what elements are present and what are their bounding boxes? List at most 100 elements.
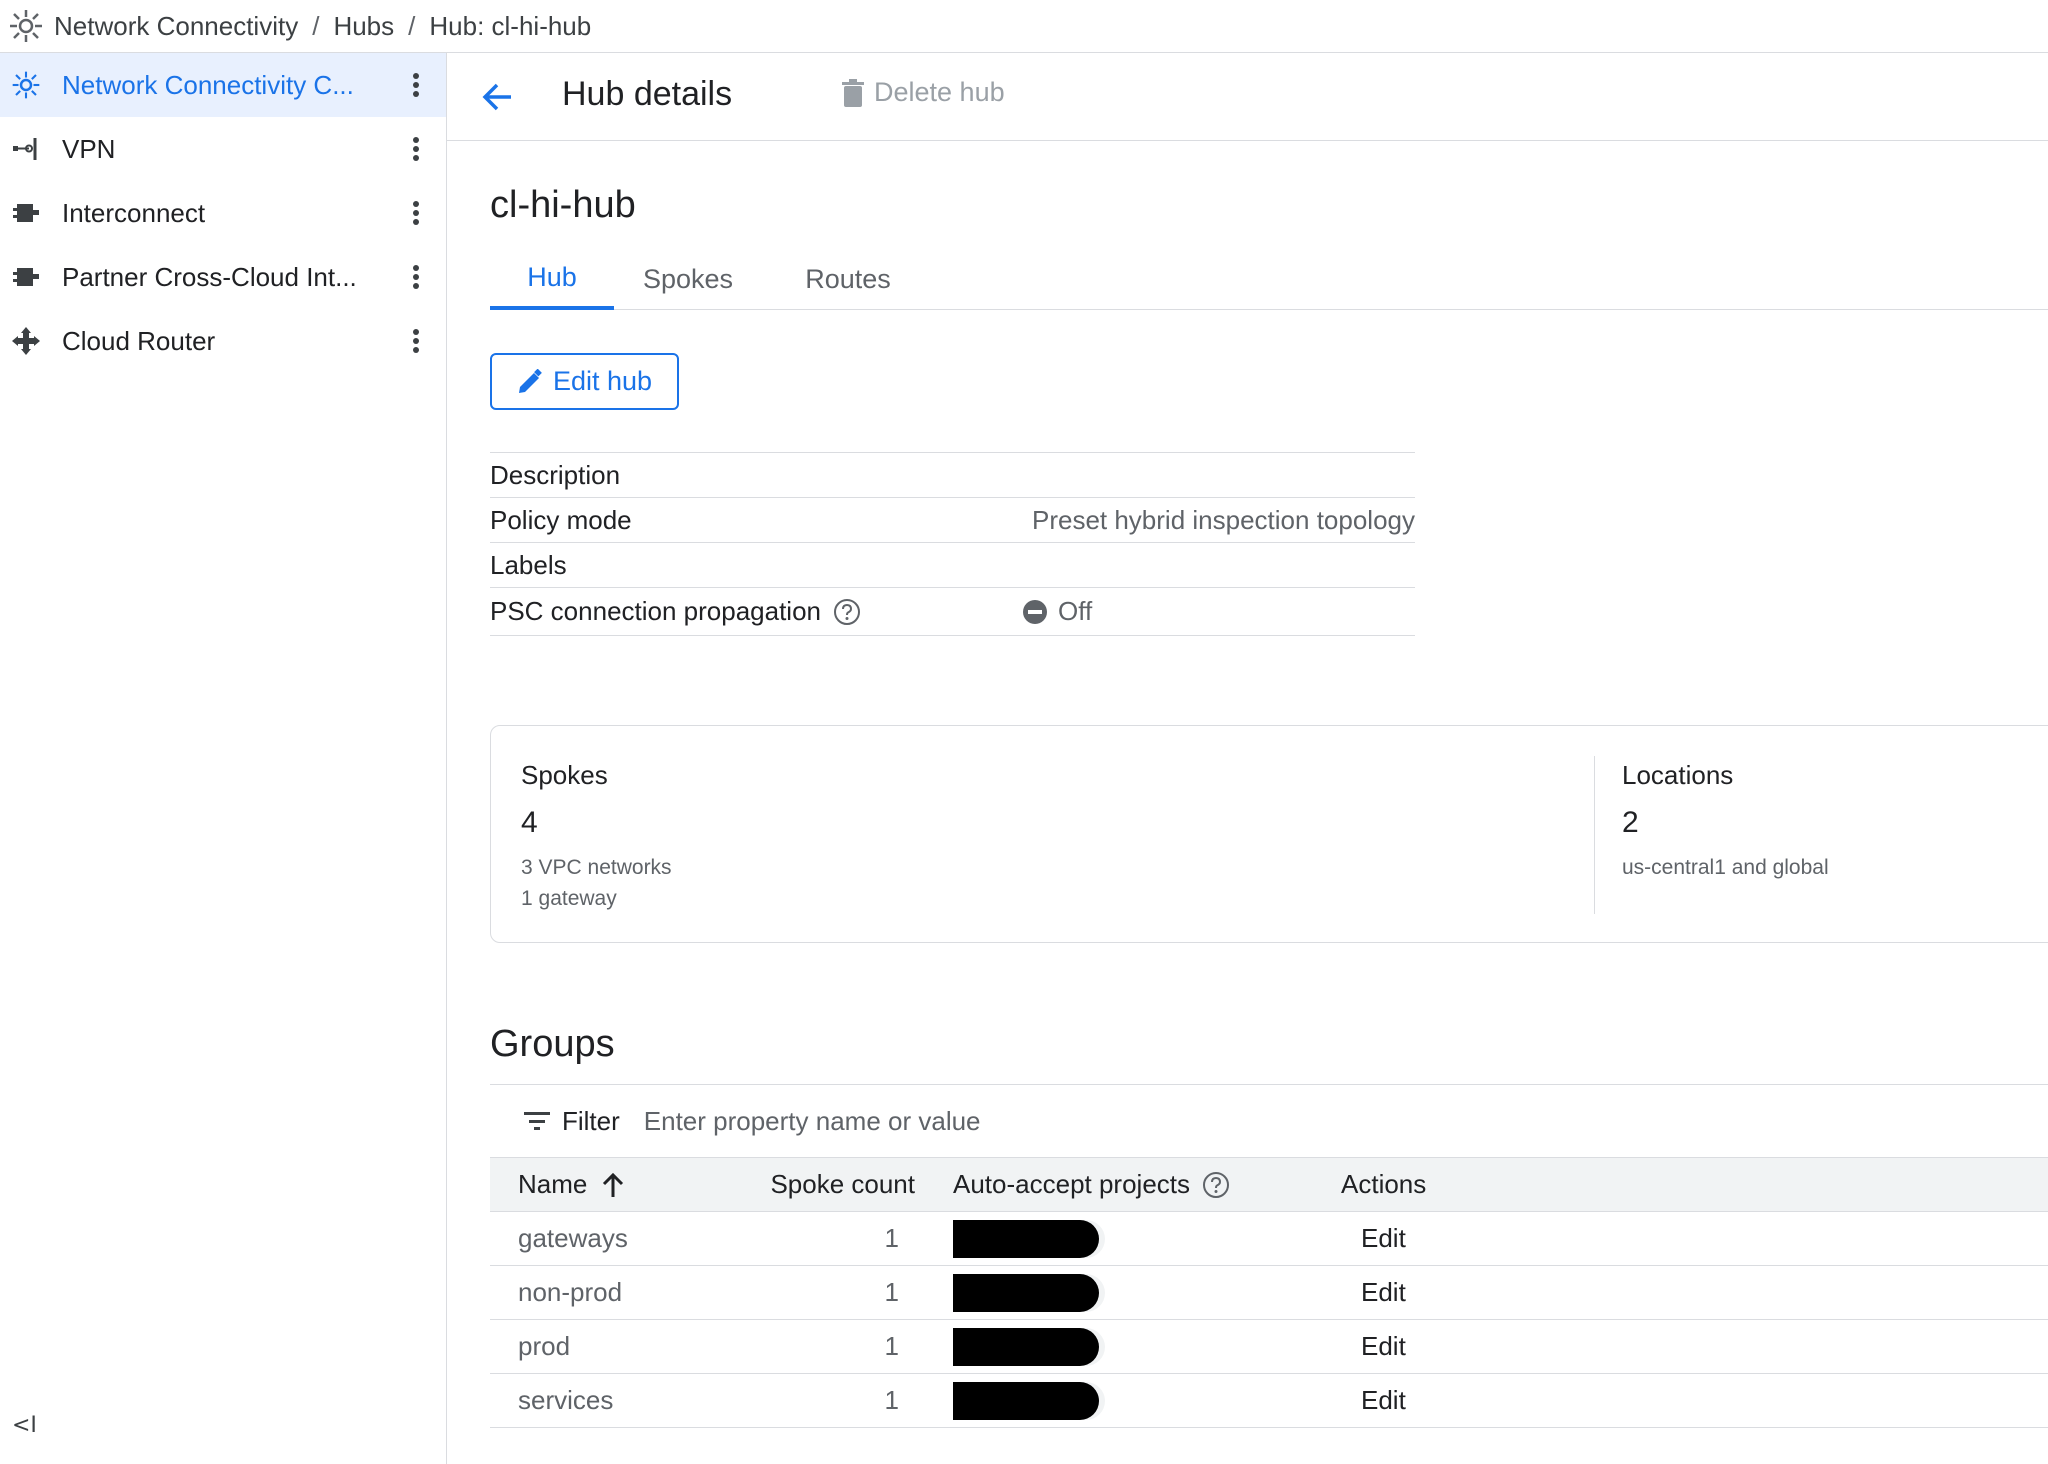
edit-group-button[interactable]: Edit xyxy=(1361,1223,1406,1253)
group-name: non-prod xyxy=(490,1265,737,1320)
sort-ascending-icon xyxy=(603,1172,624,1197)
psc-status: Off xyxy=(1022,596,1092,627)
locations-count: 2 xyxy=(1622,806,1639,839)
actions-cell: Edit xyxy=(1341,1265,2048,1320)
vpn-icon xyxy=(10,133,42,165)
redacted-block xyxy=(953,1327,1099,1366)
psc-status-label: Off xyxy=(1058,596,1093,626)
sidebar-item-network-connectivity-center[interactable]: Network Connectivity C... xyxy=(0,53,446,117)
table-row: non-prod 1 Edit xyxy=(490,1265,2048,1320)
column-header-spoke-count[interactable]: Spoke count xyxy=(737,1157,923,1212)
sidebar-item-vpn[interactable]: VPN xyxy=(0,117,446,181)
group-spoke-count: 1 xyxy=(737,1373,923,1428)
table-row: gateways 1 Edit xyxy=(490,1211,2048,1266)
status-off-icon xyxy=(1023,599,1047,624)
more-vert-icon[interactable] xyxy=(400,321,432,361)
locations-summary-title: Locations xyxy=(1622,760,1734,790)
interconnect-icon xyxy=(10,261,42,293)
spokes-detail-gateway: 1 gateway xyxy=(521,887,617,910)
sidebar-item-label: Partner Cross-Cloud Int... xyxy=(62,261,357,292)
page-title: Hub details xyxy=(562,75,733,113)
hub-properties: Description Policy mode Preset hybrid in… xyxy=(490,452,1415,636)
trash-icon xyxy=(842,78,864,107)
delete-hub-label: Delete hub xyxy=(874,77,1005,107)
property-row-psc-propagation: PSC connection propagation Off xyxy=(490,587,1415,636)
hub-name-heading: cl-hi-hub xyxy=(490,184,636,226)
filter-icon xyxy=(524,1112,550,1130)
property-label: Policy mode xyxy=(490,504,632,535)
sidebar: Network Connectivity C... VPN Interconne… xyxy=(0,53,447,1464)
more-vert-icon[interactable] xyxy=(400,193,432,233)
spokes-summary-title: Spokes xyxy=(521,760,608,790)
sidebar-item-interconnect[interactable]: Interconnect xyxy=(0,181,446,245)
network-hub-icon xyxy=(8,8,44,44)
actions-cell: Edit xyxy=(1341,1373,2048,1428)
table-header-row: Name Spoke count Auto-accept projects Ac… xyxy=(490,1157,2048,1212)
pencil-icon xyxy=(518,368,542,393)
back-arrow-icon[interactable] xyxy=(477,77,517,117)
groups-heading: Groups xyxy=(490,1023,615,1065)
table-row: services 1 Edit xyxy=(490,1373,2048,1428)
collapse-sidebar-button[interactable]: <I xyxy=(12,1413,37,1438)
group-name: gateways xyxy=(490,1211,737,1266)
spokes-count: 4 xyxy=(521,806,538,839)
property-value: Preset hybrid inspection topology xyxy=(1031,504,1415,535)
sidebar-item-partner-cross-cloud-interconnect[interactable]: Partner Cross-Cloud Int... xyxy=(0,245,446,309)
property-label: PSC connection propagation xyxy=(490,596,822,626)
page-header: Hub details Delete hub xyxy=(447,53,2048,141)
cloud-router-icon xyxy=(10,325,42,357)
help-icon[interactable] xyxy=(833,598,861,626)
column-header-label: Name xyxy=(518,1169,588,1199)
edit-hub-label: Edit hub xyxy=(552,366,653,396)
groups-table: Name Spoke count Auto-accept projects Ac… xyxy=(490,1157,2048,1428)
locations-detail: us-central1 and global xyxy=(1622,856,1829,879)
card-divider xyxy=(1594,756,1595,914)
redacted-block xyxy=(953,1273,1099,1312)
group-spoke-count: 1 xyxy=(737,1319,923,1374)
auto-accept-projects-cell xyxy=(923,1319,1341,1374)
redacted-block xyxy=(953,1381,1099,1420)
edit-group-button[interactable]: Edit xyxy=(1361,1385,1406,1415)
auto-accept-projects-cell xyxy=(923,1211,1341,1266)
help-icon[interactable] xyxy=(1202,1171,1230,1199)
table-row: prod 1 Edit xyxy=(490,1319,2048,1374)
tab-spokes[interactable]: Spokes xyxy=(628,248,748,310)
column-header-auto-accept[interactable]: Auto-accept projects xyxy=(923,1157,1341,1212)
sidebar-item-label: Interconnect xyxy=(62,197,206,228)
tab-routes[interactable]: Routes xyxy=(790,248,906,310)
breadcrumb-network-connectivity[interactable]: Network Connectivity xyxy=(54,11,298,42)
filter-bar: Filter xyxy=(490,1084,2048,1157)
breadcrumb-current-hub: Hub: cl-hi-hub xyxy=(429,10,592,41)
property-row-policy-mode: Policy mode Preset hybrid inspection top… xyxy=(490,497,1415,542)
redacted-block xyxy=(953,1219,1099,1258)
delete-hub-button[interactable]: Delete hub xyxy=(842,77,1005,108)
column-header-name[interactable]: Name xyxy=(490,1157,737,1212)
property-label: Labels xyxy=(490,549,567,580)
filter-input[interactable] xyxy=(643,1105,1244,1137)
network-hub-icon xyxy=(10,69,42,101)
more-vert-icon[interactable] xyxy=(400,257,432,297)
more-vert-icon[interactable] xyxy=(400,65,432,105)
auto-accept-projects-cell xyxy=(923,1265,1341,1320)
edit-hub-button[interactable]: Edit hub xyxy=(490,353,679,410)
column-header-actions: Actions xyxy=(1341,1157,2048,1212)
breadcrumb-separator: / xyxy=(312,10,320,41)
edit-group-button[interactable]: Edit xyxy=(1361,1331,1406,1361)
column-header-label: Auto-accept projects xyxy=(953,1169,1191,1199)
filter-button[interactable]: Filter xyxy=(524,1106,620,1137)
spokes-detail-vpc: 3 VPC networks xyxy=(521,856,672,879)
more-vert-icon[interactable] xyxy=(400,129,432,169)
edit-group-button[interactable]: Edit xyxy=(1361,1277,1406,1307)
breadcrumb: Network Connectivity / Hubs / Hub: cl-hi… xyxy=(0,0,2048,53)
group-spoke-count: 1 xyxy=(737,1211,923,1266)
breadcrumb-hubs[interactable]: Hubs xyxy=(333,11,394,42)
tab-hub[interactable]: Hub xyxy=(490,248,614,310)
group-spoke-count: 1 xyxy=(737,1265,923,1320)
sidebar-item-label: VPN xyxy=(62,133,116,164)
sidebar-item-label: Cloud Router xyxy=(62,325,216,356)
filter-label: Filter xyxy=(562,1105,620,1136)
group-name: prod xyxy=(490,1319,737,1374)
property-label-wrapper: PSC connection propagation xyxy=(490,596,861,627)
sidebar-item-cloud-router[interactable]: Cloud Router xyxy=(0,309,446,373)
sidebar-item-label: Network Connectivity C... xyxy=(62,69,354,100)
